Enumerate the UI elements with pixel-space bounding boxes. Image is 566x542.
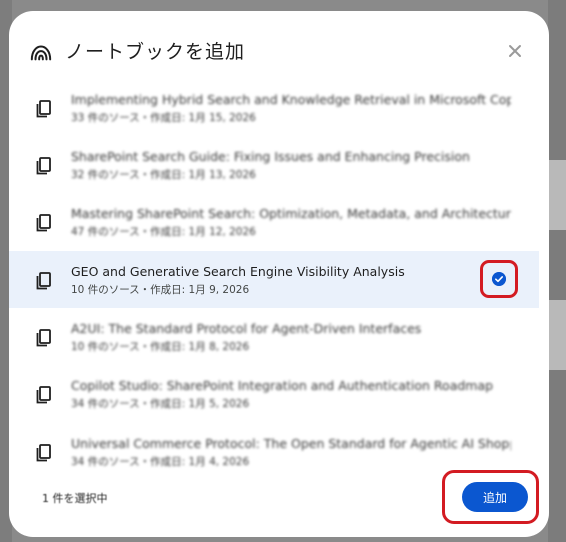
notebook-title: Mastering SharePoint Search: Optimizatio…: [71, 206, 511, 221]
dialog-header: ノートブックを追加: [9, 11, 549, 87]
notebook-item[interactable]: A2UI: The Standard Protocol for Agent-Dr…: [9, 308, 539, 365]
notebook-list: Implementing Hybrid Search and Knowledge…: [9, 79, 549, 479]
check-circle-icon: [492, 272, 506, 286]
notebook-icon: [36, 386, 51, 404]
notebook-meta: 10 件のソース・作成日: 1月 9, 2026: [71, 284, 250, 296]
dialog-title: ノートブックを追加: [65, 41, 246, 63]
close-icon[interactable]: [507, 43, 523, 59]
notebook-icon: [36, 272, 51, 290]
notebook-title: Copilot Studio: SharePoint Integration a…: [71, 378, 494, 393]
backdrop-right: [548, 0, 566, 542]
notebook-meta: 47 件のソース・作成日: 1月 12, 2026: [71, 226, 256, 238]
notebook-icon: [36, 157, 51, 175]
notebook-item[interactable]: Mastering SharePoint Search: Optimizatio…: [9, 193, 539, 250]
notebook-meta: 32 件のソース・作成日: 1月 13, 2026: [71, 169, 256, 181]
notebook-title: A2UI: The Standard Protocol for Agent-Dr…: [71, 321, 422, 336]
notebook-item[interactable]: Copilot Studio: SharePoint Integration a…: [9, 365, 539, 422]
add-button[interactable]: 追加: [462, 482, 528, 512]
notebook-meta: 33 件のソース・作成日: 1月 15, 2026: [71, 112, 256, 124]
notebook-title: Implementing Hybrid Search and Knowledge…: [71, 92, 511, 107]
notebook-item-selected[interactable]: GEO and Generative Search Engine Visibil…: [9, 251, 539, 308]
notebooklm-logo-icon: [30, 45, 52, 61]
notebook-icon: [36, 444, 51, 462]
add-button-highlight: 追加: [442, 470, 539, 524]
notebook-icon: [36, 100, 51, 118]
notebook-icon: [36, 214, 51, 232]
notebook-meta: 10 件のソース・作成日: 1月 8, 2026: [71, 341, 250, 353]
notebook-title: SharePoint Search Guide: Fixing Issues a…: [71, 149, 470, 164]
dialog-footer: 1 件を選択中 追加: [9, 470, 549, 537]
selected-checkbox[interactable]: [480, 260, 518, 298]
notebook-item[interactable]: SharePoint Search Guide: Fixing Issues a…: [9, 136, 539, 193]
notebook-item[interactable]: Implementing Hybrid Search and Knowledge…: [9, 79, 539, 136]
notebook-icon: [36, 329, 51, 347]
add-notebook-dialog: ノートブックを追加 Implementing Hybrid Search and…: [9, 11, 549, 537]
notebook-meta: 34 件のソース・作成日: 1月 4, 2026: [71, 456, 250, 468]
selection-count: 1 件を選択中: [42, 492, 108, 505]
notebook-title: Universal Commerce Protocol: The Open St…: [71, 436, 511, 451]
notebook-title: GEO and Generative Search Engine Visibil…: [71, 264, 405, 279]
notebook-meta: 34 件のソース・作成日: 1月 5, 2026: [71, 398, 250, 410]
